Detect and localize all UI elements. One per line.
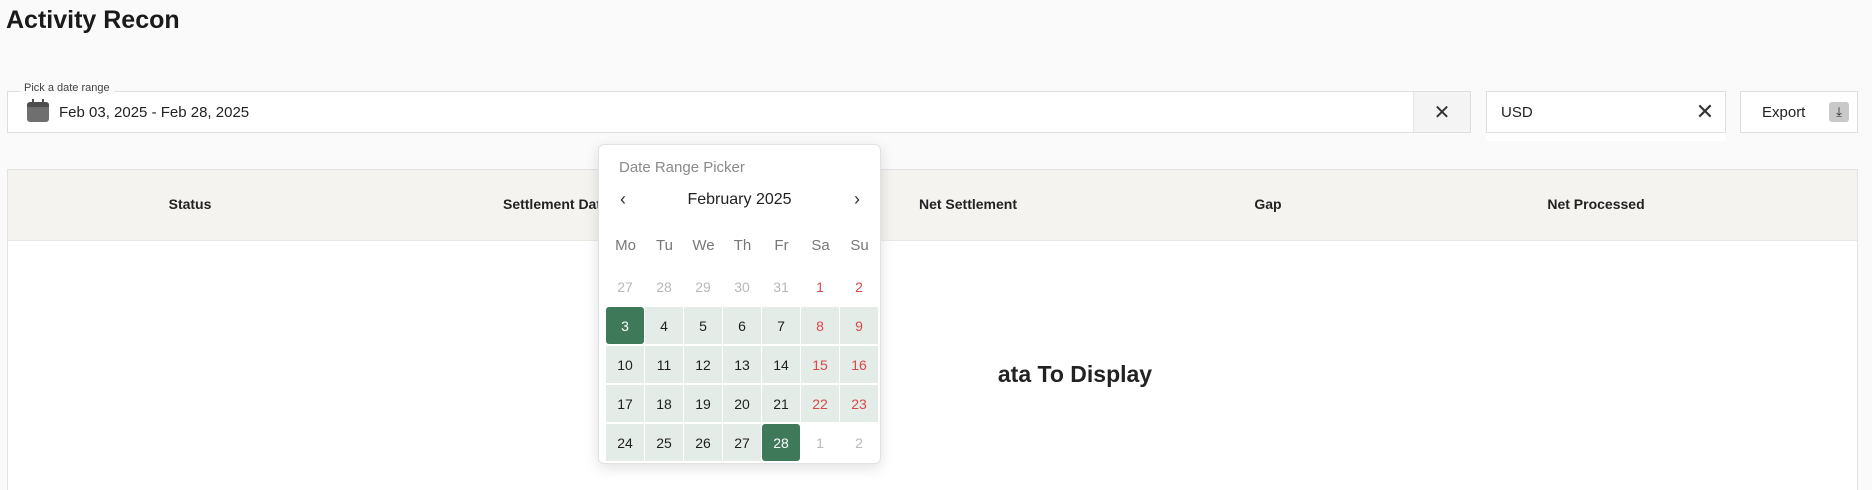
calendar-day[interactable]: 28	[645, 268, 683, 305]
calendar-icon	[27, 99, 49, 122]
column-header-gap[interactable]: Gap	[1254, 196, 1281, 212]
calendar-day[interactable]: 23	[840, 385, 878, 422]
date-range-value[interactable]: Feb 03, 2025 - Feb 28, 2025	[59, 104, 1413, 121]
calendar-day[interactable]: 31	[762, 268, 800, 305]
weekday-label: Mo	[615, 237, 636, 254]
calendar-day[interactable]: 9	[840, 307, 878, 344]
calendar-day[interactable]: 8	[801, 307, 839, 344]
column-header-settlement-date[interactable]: Settlement Dat	[503, 196, 601, 212]
empty-state-message: ata To Display	[997, 361, 1153, 387]
calendar-day[interactable]: 26	[684, 424, 722, 461]
date-range-field[interactable]: Feb 03, 2025 - Feb 28, 2025 ✕	[7, 91, 1471, 133]
picker-title: Date Range Picker	[619, 159, 745, 176]
page-title: Activity Recon	[6, 6, 180, 34]
currency-value[interactable]: USD	[1501, 104, 1685, 121]
calendar-day[interactable]: 1	[801, 424, 839, 461]
calendar-day[interactable]: 22	[801, 385, 839, 422]
close-icon: ✕	[1695, 99, 1715, 124]
calendar-day[interactable]: 21	[762, 385, 800, 422]
weekday-label: Sa	[811, 237, 830, 254]
chevron-right-icon[interactable]: ›	[847, 189, 867, 210]
calendar-day[interactable]: 4	[645, 307, 683, 344]
calendar-day[interactable]: 1	[801, 268, 839, 305]
currency-field[interactable]: USD ✕	[1486, 91, 1726, 133]
weekday-label: Fr	[774, 237, 789, 254]
calendar-day[interactable]: 30	[723, 268, 761, 305]
calendar-day[interactable]: 5	[684, 307, 722, 344]
weekday-label: Th	[733, 237, 752, 254]
calendar-day[interactable]: 19	[684, 385, 722, 422]
calendar-day[interactable]: 20	[723, 385, 761, 422]
calendar-day[interactable]: 27	[606, 268, 644, 305]
column-header-status[interactable]: Status	[169, 196, 212, 212]
calendar-day[interactable]: 10	[606, 346, 644, 383]
calendar-day[interactable]: 14	[762, 346, 800, 383]
recon-table: Status Settlement Dat Net Settlement Gap…	[7, 169, 1858, 490]
close-icon: ✕	[1433, 101, 1451, 124]
export-button[interactable]: Export ⤓	[1740, 91, 1858, 133]
calendar-day[interactable]: 11	[645, 346, 683, 383]
calendar-day[interactable]: 25	[645, 424, 683, 461]
date-range-picker: Date Range Picker ‹ February 2025 › Mo T…	[598, 144, 881, 464]
calendar-day[interactable]: 29	[684, 268, 722, 305]
calendar-day[interactable]: 24	[606, 424, 644, 461]
table-header: Status Settlement Dat Net Settlement Gap…	[8, 170, 1857, 241]
currency-clear-button[interactable]: ✕	[1685, 99, 1725, 125]
month-label: February 2025	[687, 191, 792, 208]
date-range-label: Pick a date range	[20, 82, 114, 94]
calendar-day[interactable]: 7	[762, 307, 800, 344]
calendar-day[interactable]: 6	[723, 307, 761, 344]
calendar-day[interactable]: 2	[840, 268, 878, 305]
calendar-day[interactable]: 3	[606, 307, 644, 344]
calendar-day[interactable]: 15	[801, 346, 839, 383]
weekday-label: Tu	[656, 237, 673, 254]
column-header-net-processed[interactable]: Net Processed	[1547, 196, 1644, 212]
download-icon: ⤓	[1829, 102, 1849, 122]
column-header-net-settlement[interactable]: Net Settlement	[919, 196, 1017, 212]
weekday-label: Su	[850, 237, 869, 254]
calendar-day[interactable]: 17	[606, 385, 644, 422]
calendar-day[interactable]: 13	[723, 346, 761, 383]
calendar-day[interactable]: 18	[645, 385, 683, 422]
calendar-day[interactable]: 2	[840, 424, 878, 461]
weekday-label: We	[692, 237, 715, 254]
date-range-clear-button[interactable]: ✕	[1413, 92, 1470, 132]
weekday-header: Mo Tu We Th Fr Sa Su	[606, 237, 879, 254]
calendar-day[interactable]: 28	[762, 424, 800, 461]
calendar-day[interactable]: 27	[723, 424, 761, 461]
export-label: Export	[1762, 103, 1806, 121]
calendar-day[interactable]: 12	[684, 346, 722, 383]
calendar-day[interactable]: 16	[840, 346, 878, 383]
currency-field-underline	[1486, 133, 1726, 141]
calendar-day-grid: 27 28 29 30 31 1 2 3 4 5 6 7 8 9 10 11 12 13 14 15 16 17 18 19 2…	[606, 268, 878, 461]
